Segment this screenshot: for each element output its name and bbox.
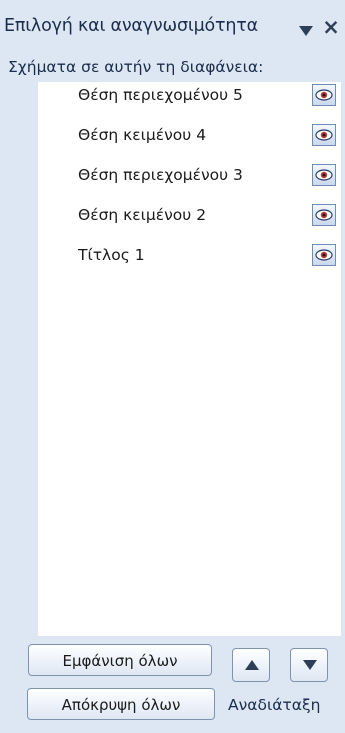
pane-titlebar: Επιλογή και αναγνωσιμότητα × [0,0,345,58]
visibility-toggle[interactable] [312,84,336,106]
shape-label: Θέση κειμένου 2 [78,206,207,224]
visibility-toggle[interactable] [312,244,336,266]
pane-footer: Εμφάνιση όλων Απόκρυψη όλων Αναδιάταξη [0,636,345,733]
pane-title: Επιλογή και αναγνωσιμότητα [4,16,258,36]
move-down-button[interactable] [290,648,328,682]
shape-label: Θέση περιεχομένου 5 [78,86,243,104]
close-icon[interactable]: × [320,16,342,38]
reorder-label: Αναδιάταξη [228,696,321,714]
eye-icon [315,209,333,221]
shape-label: Θέση κειμένου 4 [78,126,207,144]
visibility-toggle[interactable] [312,204,336,226]
shapes-section-label: Σχήματα σε αυτήν τη διαφάνεια: [8,58,264,76]
list-item[interactable]: Θέση κειμένου 2 [38,202,341,232]
hide-all-button[interactable]: Απόκρυψη όλων [27,688,215,720]
selection-pane: Επιλογή και αναγνωσιμότητα × Σχήματα σε … [0,0,345,733]
list-item[interactable]: Θέση περιεχομένου 5 [38,82,341,112]
show-all-button[interactable]: Εμφάνιση όλων [28,644,212,676]
list-item[interactable]: Τίτλος 1 [38,242,341,272]
shape-label: Θέση περιεχομένου 3 [78,166,243,184]
move-up-button[interactable] [232,648,270,682]
shape-label: Τίτλος 1 [78,246,145,264]
arrow-up-icon [245,660,259,670]
eye-icon [315,89,333,101]
visibility-toggle[interactable] [312,124,336,146]
eye-icon [315,249,333,261]
arrow-down-icon [303,660,317,670]
eye-icon [315,169,333,181]
visibility-toggle[interactable] [312,164,336,186]
list-item[interactable]: Θέση περιεχομένου 3 [38,162,341,192]
list-item[interactable]: Θέση κειμένου 4 [38,122,341,152]
eye-icon [315,129,333,141]
triangle-down-icon[interactable] [298,22,314,36]
shapes-list[interactable]: Θέση περιεχομένου 5 Θέση κειμένου 4 Θέση… [38,82,341,636]
